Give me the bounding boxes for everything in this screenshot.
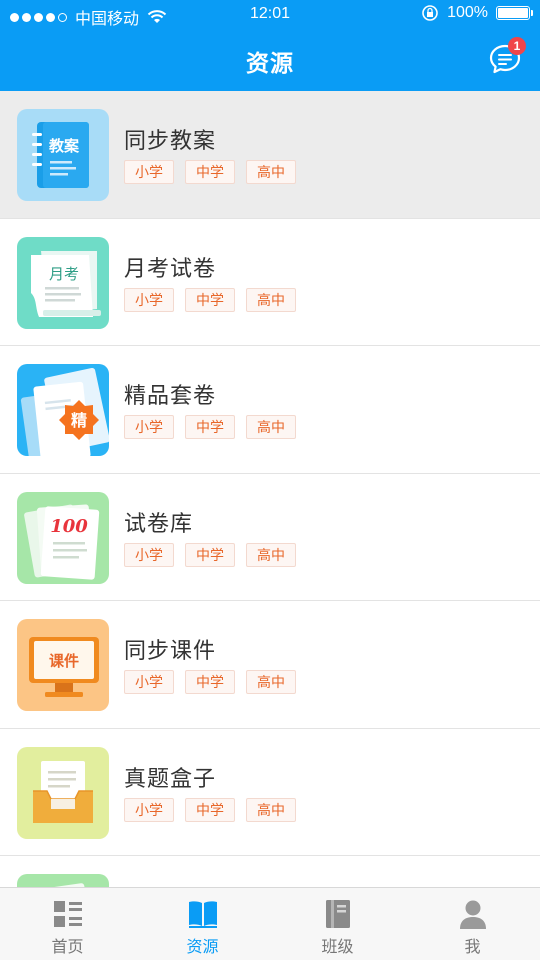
notebook-icon — [325, 900, 350, 928]
resource-item-courseware[interactable]: 课件 同步课件 小学 中学 高中 — [0, 601, 540, 729]
exam-box-icon — [17, 746, 109, 839]
svg-text:100: 100 — [50, 516, 88, 537]
home-grid-icon — [53, 901, 82, 927]
tab-label: 我 — [464, 939, 481, 956]
status-bar: 中国移动 12:01 100% — [0, 0, 540, 30]
unread-badge: 1 — [508, 37, 526, 55]
svg-text:月考: 月考 — [49, 265, 79, 283]
resource-name: 精品套卷 — [124, 383, 217, 408]
tab-home[interactable]: 首页 — [0, 888, 135, 960]
tag-primary-school[interactable]: 小学 — [124, 542, 174, 567]
tag-high-school[interactable]: 高中 — [246, 415, 296, 439]
tag-primary-school[interactable]: 小学 — [124, 797, 174, 822]
resource-name: 真题盒子 — [124, 765, 217, 791]
lesson-plan-icon: 教案 — [17, 109, 109, 201]
tag-middle-school[interactable]: 中学 — [185, 670, 235, 694]
page-title: 资源 — [246, 50, 294, 76]
resource-item-monthly-exams[interactable]: 月考 月考试卷 小学 中学 高中 — [0, 218, 540, 346]
monthly-exam-icon: 月考 — [17, 236, 109, 329]
resource-item-exam-box[interactable]: 真题盒子 小学 中学 高中 — [0, 728, 540, 856]
tab-label: 班级 — [321, 939, 354, 956]
tag-high-school[interactable]: 高中 — [246, 160, 296, 184]
partial-resource-icon — [17, 874, 109, 887]
rotation-lock-icon — [422, 5, 438, 21]
tag-high-school[interactable]: 高中 — [246, 797, 296, 822]
book-icon — [188, 901, 217, 928]
tab-bar: 首页 资源 班级 我 — [0, 887, 540, 960]
svg-text:教案: 教案 — [48, 137, 80, 155]
tag-primary-school[interactable]: 小学 — [124, 160, 174, 184]
resource-list: 教案 同步教案 小学 中学 高中 月考 月考试卷 小学 中学 高中 精 精品套卷… — [0, 91, 540, 887]
tag-middle-school[interactable]: 中学 — [185, 415, 235, 439]
tag-high-school[interactable]: 高中 — [246, 287, 296, 312]
tag-primary-school[interactable]: 小学 — [124, 670, 174, 694]
svg-text:课件: 课件 — [49, 652, 79, 670]
tag-high-school[interactable]: 高中 — [246, 670, 296, 694]
resource-name: 同步课件 — [124, 638, 217, 663]
battery-percent: 100% — [447, 4, 488, 21]
tab-label: 资源 — [186, 939, 219, 956]
resource-name: 同步教案 — [124, 128, 217, 153]
tab-class[interactable]: 班级 — [270, 888, 405, 960]
tag-middle-school[interactable]: 中学 — [185, 797, 235, 822]
tag-middle-school[interactable]: 中学 — [185, 160, 235, 184]
messages-button[interactable]: 1 — [488, 37, 526, 76]
tag-middle-school[interactable]: 中学 — [185, 542, 235, 567]
resource-item-exam-library[interactable]: 100 试卷库 小学 中学 高中 — [0, 473, 540, 601]
tag-high-school[interactable]: 高中 — [246, 542, 296, 567]
tab-resources[interactable]: 资源 — [135, 888, 270, 960]
person-icon — [459, 900, 486, 929]
exam-library-icon: 100 — [17, 491, 109, 584]
resource-item-lesson-plans[interactable]: 教案 同步教案 小学 中学 高中 — [0, 91, 540, 219]
tab-label: 首页 — [51, 939, 84, 956]
battery-icon — [496, 6, 533, 20]
tag-middle-school[interactable]: 中学 — [185, 287, 235, 312]
tab-me[interactable]: 我 — [405, 888, 540, 960]
premium-paper-icon: 精 — [17, 364, 109, 456]
resource-item-partial[interactable] — [0, 856, 540, 887]
nav-bar: 资源 1 — [0, 30, 540, 91]
tag-primary-school[interactable]: 小学 — [124, 287, 174, 312]
svg-text:精: 精 — [71, 411, 87, 430]
resource-name: 试卷库 — [124, 510, 194, 536]
resource-name: 月考试卷 — [124, 255, 217, 281]
tag-primary-school[interactable]: 小学 — [124, 415, 174, 439]
courseware-icon: 课件 — [17, 619, 109, 711]
resource-item-premium-papers[interactable]: 精 精品套卷 小学 中学 高中 — [0, 346, 540, 474]
